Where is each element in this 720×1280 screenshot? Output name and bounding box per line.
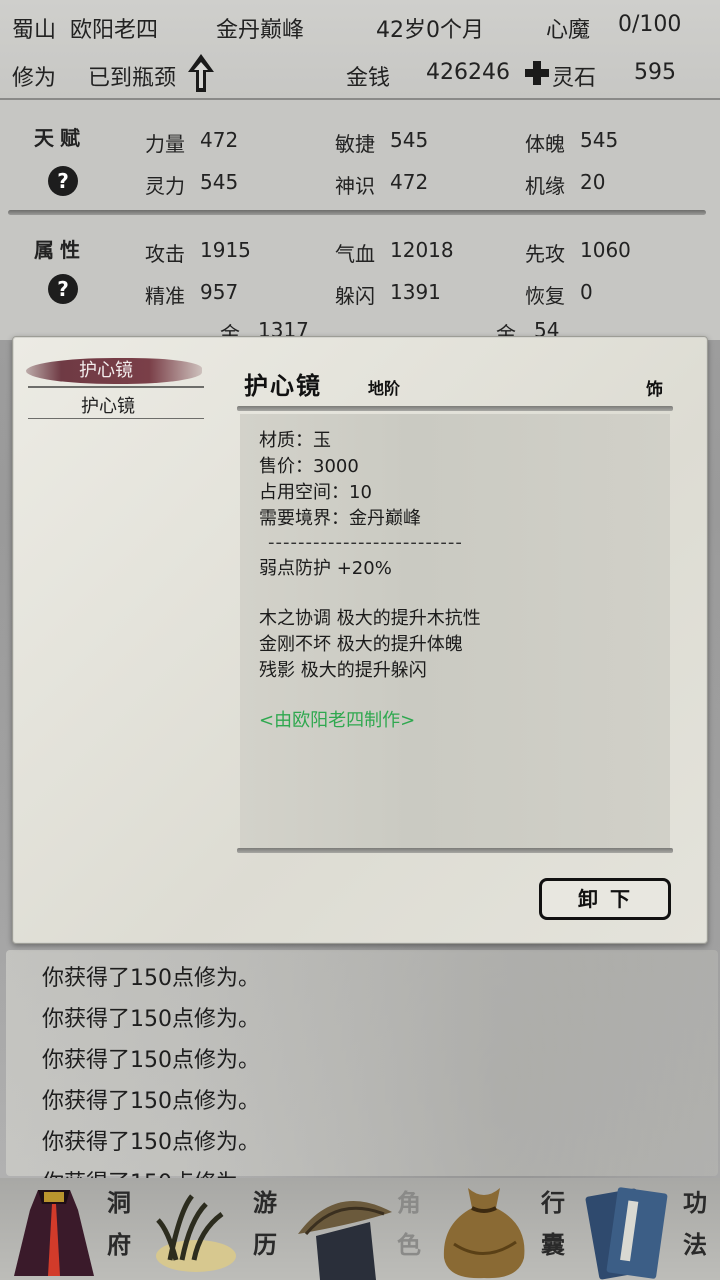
log-line: 你获得了150点修为。 (42, 1007, 260, 1032)
unequip-button[interactable]: 卸下 (539, 878, 671, 920)
nav-label: 行 (541, 1188, 565, 1217)
stat-value: 472 (390, 170, 429, 194)
stat-value: 545 (580, 128, 619, 152)
nav-label: 色 (397, 1230, 421, 1259)
item-maker: <由欧阳老四制作> (259, 710, 416, 731)
log-line: 你获得了150点修为。 (42, 1048, 260, 1073)
list-divider (28, 386, 204, 388)
cultivation-value: 已到瓶颈 (88, 66, 177, 91)
stat-value: 957 (200, 280, 239, 304)
section-divider (8, 210, 706, 215)
equipment-list-item[interactable]: 护心镜 (28, 392, 188, 418)
stat-value: 545 (390, 128, 429, 152)
character-stats-panel: 天赋 ? 力量 472 敏捷 545 体魄 545 灵力 545 神识 472 … (0, 100, 720, 346)
item-name: 护心镜 (244, 371, 322, 400)
bottom-navigation: 洞 府 游 历 角 色 行 囊 功 法 (0, 1178, 720, 1280)
detail-bottom-rule (237, 848, 673, 853)
stat-label: 气血 (335, 242, 375, 266)
pouch-icon (443, 1188, 525, 1279)
item-material: 材质：玉 (259, 430, 331, 451)
money-label: 金钱 (346, 66, 391, 91)
item-required-realm: 需要境界：金丹巅峰 (259, 508, 421, 529)
log-line: 你获得了150点修为。 (42, 1089, 260, 1114)
stat-label: 体魄 (525, 132, 565, 156)
item-effect: 木之协调 极大的提升木抗性 (259, 608, 481, 629)
nav-label: 功 (683, 1188, 707, 1217)
demon-value: 0/100 (618, 12, 682, 37)
status-bar: 蜀山 欧阳老四 金丹巅峰 42岁0个月 心魔 0/100 修为 已到瓶颈 金钱 … (0, 0, 720, 100)
age-value: 42岁0个月 (376, 18, 484, 43)
herb-icon (156, 1194, 236, 1272)
stat-value: 1060 (580, 238, 631, 262)
item-grade: 地阶 (368, 379, 401, 398)
stat-label: 精准 (145, 284, 185, 308)
stat-value: 545 (200, 170, 239, 194)
separator-line: -------------------------- (268, 532, 463, 553)
demon-label: 心魔 (546, 18, 591, 43)
books-icon (585, 1187, 668, 1280)
straw-hat-icon (298, 1201, 392, 1280)
item-type: 饰 (646, 380, 663, 400)
stat-label: 神识 (335, 174, 375, 198)
stone-value: 595 (634, 60, 676, 85)
character-name: 欧阳老四 (70, 18, 159, 43)
money-value: 426246 (426, 60, 510, 85)
add-stone-icon[interactable] (524, 60, 550, 86)
stat-label: 敏捷 (335, 132, 375, 156)
talent-help-icon[interactable]: ? (48, 166, 78, 196)
breakthrough-arrow-icon[interactable] (186, 52, 216, 94)
stat-value: 0 (580, 280, 593, 304)
realm-value: 金丹巅峰 (216, 18, 305, 43)
sect-name: 蜀山 (12, 18, 57, 43)
nav-label: 游 (253, 1188, 277, 1217)
attributes-title: 属性 (34, 238, 86, 262)
equipment-list-selected-item[interactable]: 护心镜 (26, 356, 202, 386)
stat-value: 12018 (390, 238, 454, 262)
stat-label: 机缘 (525, 174, 565, 198)
nav-label: 历 (253, 1230, 277, 1259)
stone-label: 灵石 (552, 66, 597, 91)
list-item-label: 护心镜 (79, 360, 133, 381)
item-space: 占用空间：10 (259, 482, 372, 503)
stat-label: 灵力 (145, 174, 185, 198)
item-price: 售价：3000 (259, 456, 359, 477)
detail-top-rule (237, 406, 673, 411)
item-effect: 残影 极大的提升躲闪 (259, 660, 427, 681)
item-effect: 金刚不坏 极大的提升体魄 (259, 634, 463, 655)
nav-label: 洞 (107, 1188, 131, 1217)
message-log[interactable]: 你获得了150点修为。 你获得了150点修为。 你获得了150点修为。 你获得了… (0, 950, 720, 1180)
stat-value: 1391 (390, 280, 441, 304)
list-divider (28, 418, 204, 419)
cultivation-label: 修为 (12, 66, 57, 91)
stat-label: 躲闪 (335, 284, 375, 308)
item-detail-panel (240, 414, 670, 850)
log-line: 你获得了150点修为。 (42, 1130, 260, 1155)
robe-icon (14, 1190, 94, 1276)
nav-label: 角 (397, 1188, 421, 1217)
item-effect: 弱点防护 +20% (259, 558, 392, 579)
stat-label: 先攻 (525, 242, 565, 266)
stat-value: 1915 (200, 238, 251, 262)
nav-label: 法 (683, 1230, 707, 1259)
stat-label: 力量 (145, 132, 185, 156)
attributes-help-icon[interactable]: ? (48, 274, 78, 304)
stat-label: 攻击 (145, 242, 185, 266)
stat-value: 20 (580, 170, 606, 194)
nav-label: 囊 (541, 1230, 565, 1259)
nav-label: 府 (107, 1230, 131, 1259)
log-line: 你获得了150点修为。 (42, 966, 260, 991)
stat-label: 恢复 (525, 284, 565, 308)
talent-title: 天赋 (34, 126, 86, 150)
stat-value: 472 (200, 128, 239, 152)
